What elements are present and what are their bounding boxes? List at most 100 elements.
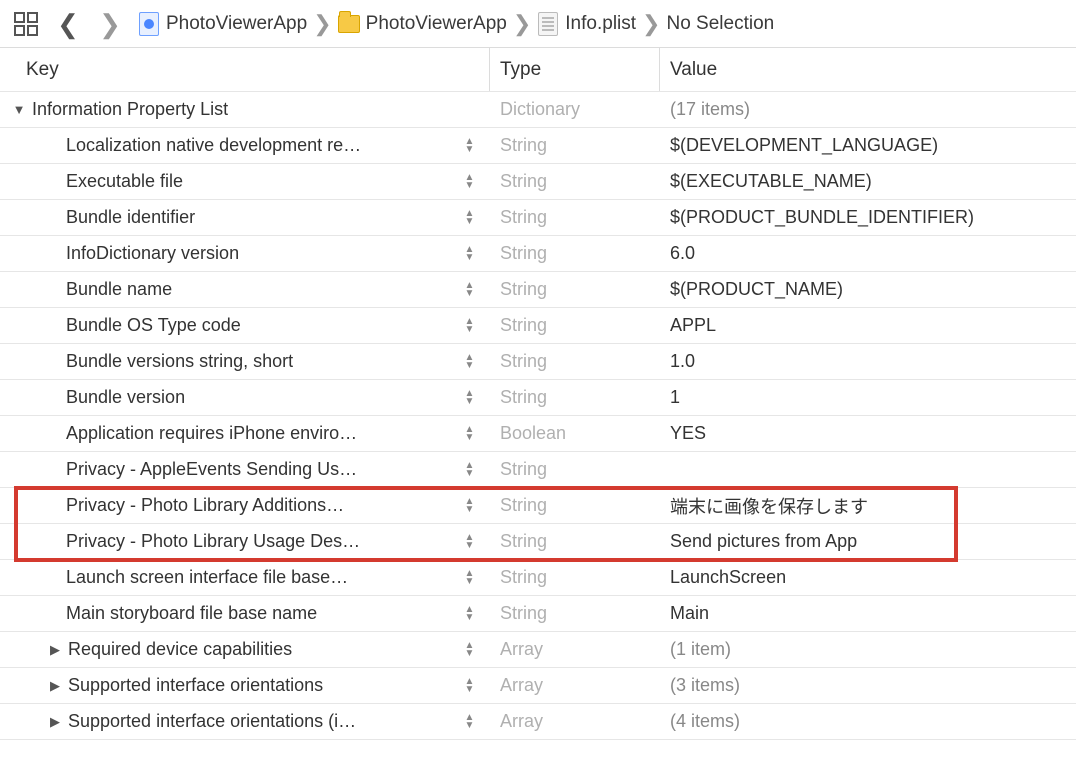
value-cell[interactable]: $(PRODUCT_BUNDLE_IDENTIFIER) bbox=[660, 207, 1076, 228]
key-popup-stepper-icon[interactable]: ▲▼ bbox=[464, 318, 480, 334]
table-row[interactable]: ▶Required device capabilities▲▼Array(1 i… bbox=[0, 632, 1076, 668]
table-row[interactable]: Privacy - Photo Library Usage Des…▲▼Stri… bbox=[0, 524, 1076, 560]
related-items-button[interactable] bbox=[12, 10, 40, 38]
value-cell[interactable]: (1 item) bbox=[660, 639, 1076, 660]
key-popup-stepper-icon[interactable]: ▲▼ bbox=[464, 534, 480, 550]
key-cell[interactable]: Localization native development re…▲▼ bbox=[0, 135, 490, 156]
key-cell[interactable]: Executable file▲▼ bbox=[0, 171, 490, 192]
disclosure-triangle-down-icon[interactable]: ▼ bbox=[12, 102, 26, 117]
table-row[interactable]: Privacy - AppleEvents Sending Us…▲▼Strin… bbox=[0, 452, 1076, 488]
type-cell[interactable]: Array bbox=[490, 675, 660, 696]
key-popup-stepper-icon[interactable]: ▲▼ bbox=[464, 246, 480, 262]
type-cell[interactable]: String bbox=[490, 279, 660, 300]
value-cell[interactable]: (4 items) bbox=[660, 711, 1076, 732]
disclosure-triangle-right-icon[interactable]: ▶ bbox=[48, 678, 62, 694]
table-row[interactable]: Bundle versions string, short▲▼String1.0 bbox=[0, 344, 1076, 380]
value-cell[interactable]: YES bbox=[660, 423, 1076, 444]
value-cell[interactable]: $(DEVELOPMENT_LANGUAGE) bbox=[660, 135, 1076, 156]
key-cell[interactable]: Privacy - Photo Library Additions…▲▼ bbox=[0, 495, 490, 516]
column-header-value[interactable]: Value bbox=[660, 48, 1076, 91]
nav-back-button[interactable]: ❮ bbox=[54, 10, 82, 38]
key-cell[interactable]: ▼ Information Property List bbox=[0, 99, 490, 120]
type-cell[interactable]: String bbox=[490, 459, 660, 480]
table-row[interactable]: Bundle name▲▼String$(PRODUCT_NAME) bbox=[0, 272, 1076, 308]
key-cell[interactable]: Launch screen interface file base…▲▼ bbox=[0, 567, 490, 588]
key-popup-stepper-icon[interactable]: ▲▼ bbox=[464, 714, 480, 730]
value-cell[interactable]: (3 items) bbox=[660, 675, 1076, 696]
type-cell[interactable]: Boolean bbox=[490, 423, 660, 444]
table-row[interactable]: Executable file▲▼String$(EXECUTABLE_NAME… bbox=[0, 164, 1076, 200]
plist-root-row[interactable]: ▼ Information Property List Dictionary (… bbox=[0, 92, 1076, 128]
breadcrumb-item-folder[interactable]: PhotoViewerApp bbox=[338, 13, 507, 35]
key-popup-stepper-icon[interactable]: ▲▼ bbox=[464, 210, 480, 226]
table-row[interactable]: Privacy - Photo Library Additions…▲▼Stri… bbox=[0, 488, 1076, 524]
column-header-type[interactable]: Type bbox=[490, 48, 660, 91]
table-row[interactable]: Bundle version▲▼String1 bbox=[0, 380, 1076, 416]
key-cell[interactable]: Privacy - Photo Library Usage Des…▲▼ bbox=[0, 531, 490, 552]
disclosure-triangle-right-icon[interactable]: ▶ bbox=[48, 642, 62, 658]
value-cell[interactable]: LaunchScreen bbox=[660, 567, 1076, 588]
key-cell[interactable]: Application requires iPhone enviro…▲▼ bbox=[0, 423, 490, 444]
table-row[interactable]: InfoDictionary version▲▼String6.0 bbox=[0, 236, 1076, 272]
table-row[interactable]: Main storyboard file base name▲▼StringMa… bbox=[0, 596, 1076, 632]
key-popup-stepper-icon[interactable]: ▲▼ bbox=[464, 462, 480, 478]
key-popup-stepper-icon[interactable]: ▲▼ bbox=[464, 498, 480, 514]
breadcrumb-item-project[interactable]: PhotoViewerApp bbox=[138, 13, 307, 35]
type-cell[interactable]: String bbox=[490, 315, 660, 336]
value-cell[interactable]: Send pictures from App bbox=[660, 531, 1076, 552]
table-row[interactable]: Launch screen interface file base…▲▼Stri… bbox=[0, 560, 1076, 596]
value-cell[interactable]: $(PRODUCT_NAME) bbox=[660, 279, 1076, 300]
type-cell[interactable]: String bbox=[490, 567, 660, 588]
table-row[interactable]: Localization native development re…▲▼Str… bbox=[0, 128, 1076, 164]
disclosure-triangle-right-icon[interactable]: ▶ bbox=[48, 714, 62, 730]
key-cell[interactable]: Privacy - AppleEvents Sending Us…▲▼ bbox=[0, 459, 490, 480]
table-row[interactable]: Bundle OS Type code▲▼StringAPPL bbox=[0, 308, 1076, 344]
breadcrumb-item-file[interactable]: Info.plist bbox=[537, 13, 636, 35]
type-cell[interactable]: String bbox=[490, 243, 660, 264]
type-cell[interactable]: String bbox=[490, 387, 660, 408]
key-cell[interactable]: InfoDictionary version▲▼ bbox=[0, 243, 490, 264]
key-popup-stepper-icon[interactable]: ▲▼ bbox=[464, 138, 480, 154]
key-popup-stepper-icon[interactable]: ▲▼ bbox=[464, 282, 480, 298]
type-cell[interactable]: String bbox=[490, 351, 660, 372]
key-cell[interactable]: Bundle identifier▲▼ bbox=[0, 207, 490, 228]
table-row[interactable]: ▶Supported interface orientations▲▼Array… bbox=[0, 668, 1076, 704]
type-cell[interactable]: String bbox=[490, 495, 660, 516]
value-cell[interactable]: (17 items) bbox=[660, 99, 1076, 120]
value-cell[interactable]: Main bbox=[660, 603, 1076, 624]
nav-forward-button[interactable]: ❯ bbox=[96, 10, 124, 38]
key-popup-stepper-icon[interactable]: ▲▼ bbox=[464, 642, 480, 658]
type-cell[interactable]: String bbox=[490, 207, 660, 228]
type-cell[interactable]: String bbox=[490, 171, 660, 192]
key-popup-stepper-icon[interactable]: ▲▼ bbox=[464, 174, 480, 190]
key-popup-stepper-icon[interactable]: ▲▼ bbox=[464, 606, 480, 622]
key-popup-stepper-icon[interactable]: ▲▼ bbox=[464, 570, 480, 586]
type-cell[interactable]: String bbox=[490, 603, 660, 624]
value-cell[interactable]: 6.0 bbox=[660, 243, 1076, 264]
value-cell[interactable]: 1 bbox=[660, 387, 1076, 408]
key-popup-stepper-icon[interactable]: ▲▼ bbox=[464, 678, 480, 694]
breadcrumb[interactable]: PhotoViewerApp ❯ PhotoViewerApp ❯ Info.p… bbox=[138, 11, 774, 37]
type-cell[interactable]: String bbox=[490, 531, 660, 552]
key-cell[interactable]: Bundle version▲▼ bbox=[0, 387, 490, 408]
key-cell[interactable]: Bundle versions string, short▲▼ bbox=[0, 351, 490, 372]
key-cell[interactable]: ▶Required device capabilities▲▼ bbox=[0, 639, 490, 660]
value-cell[interactable]: $(EXECUTABLE_NAME) bbox=[660, 171, 1076, 192]
type-cell[interactable]: Dictionary bbox=[490, 99, 660, 120]
key-popup-stepper-icon[interactable]: ▲▼ bbox=[464, 354, 480, 370]
type-cell[interactable]: String bbox=[490, 135, 660, 156]
key-cell[interactable]: Bundle name▲▼ bbox=[0, 279, 490, 300]
table-row[interactable]: Bundle identifier▲▼String$(PRODUCT_BUNDL… bbox=[0, 200, 1076, 236]
key-cell[interactable]: Bundle OS Type code▲▼ bbox=[0, 315, 490, 336]
value-cell[interactable]: 端末に画像を保存します bbox=[660, 493, 1076, 519]
value-cell[interactable]: 1.0 bbox=[660, 351, 1076, 372]
key-cell[interactable]: Main storyboard file base name▲▼ bbox=[0, 603, 490, 624]
key-cell[interactable]: ▶Supported interface orientations (i…▲▼ bbox=[0, 711, 490, 732]
breadcrumb-item-selection[interactable]: No Selection bbox=[666, 13, 774, 35]
key-popup-stepper-icon[interactable]: ▲▼ bbox=[464, 390, 480, 406]
key-cell[interactable]: ▶Supported interface orientations▲▼ bbox=[0, 675, 490, 696]
type-cell[interactable]: Array bbox=[490, 711, 660, 732]
key-popup-stepper-icon[interactable]: ▲▼ bbox=[464, 426, 480, 442]
table-row[interactable]: Application requires iPhone enviro…▲▼Boo… bbox=[0, 416, 1076, 452]
type-cell[interactable]: Array bbox=[490, 639, 660, 660]
